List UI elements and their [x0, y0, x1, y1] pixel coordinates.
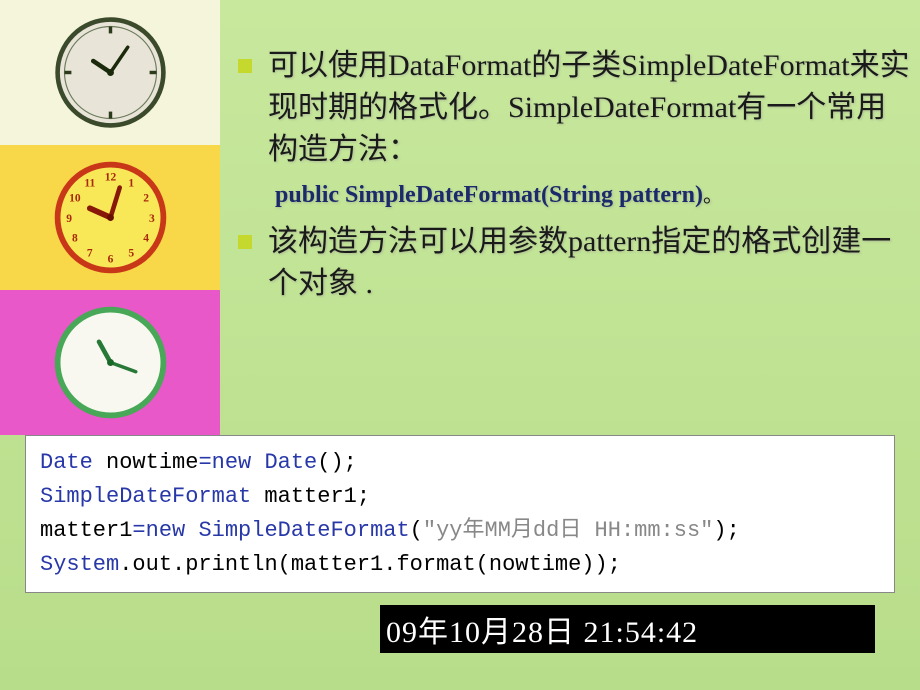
bullet-item-2: 该构造方法可以用参数pattern指定的格式创建一个对象 .	[230, 221, 910, 305]
output-text: 09年10月28日 21:54:42	[386, 607, 698, 651]
sidebar-clocks: 12 1 2 3 4 5 6 7 8 9 10 11	[0, 0, 220, 435]
svg-text:7: 7	[86, 248, 92, 260]
method-signature: public SimpleDateFormat(String pattern)。	[275, 179, 910, 209]
svg-text:1: 1	[128, 177, 134, 189]
code-line-2: SimpleDateFormat matter1;	[40, 480, 880, 514]
bullet-icon	[238, 235, 252, 249]
svg-text:5: 5	[128, 248, 134, 260]
code-line-3: matter1=new SimpleDateFormat("yy年MM月dd日 …	[40, 514, 880, 548]
slide-content: 可以使用DataFormat的子类SimpleDateFormat来实现时期的格…	[230, 45, 910, 313]
svg-text:9: 9	[66, 213, 72, 225]
svg-text:4: 4	[143, 233, 149, 245]
svg-text:8: 8	[71, 233, 77, 245]
svg-text:12: 12	[104, 172, 116, 184]
code-line-1: Date nowtime=new Date();	[40, 446, 880, 480]
bullet-icon	[238, 59, 252, 73]
bullet-text-2: 该构造方法可以用参数pattern指定的格式创建一个对象 .	[268, 221, 910, 305]
signature-text: public SimpleDateFormat(String pattern)	[275, 182, 703, 208]
bullet-text-1: 可以使用DataFormat的子类SimpleDateFormat来实现时期的格…	[268, 45, 910, 171]
signature-suffix: 。	[703, 185, 723, 207]
svg-text:2: 2	[143, 192, 149, 204]
svg-text:11: 11	[84, 177, 95, 189]
clock-image-1	[0, 0, 220, 145]
clock-image-2: 12 1 2 3 4 5 6 7 8 9 10 11	[0, 145, 220, 290]
svg-text:10: 10	[69, 192, 81, 204]
svg-text:3: 3	[149, 213, 155, 225]
bullet-item-1: 可以使用DataFormat的子类SimpleDateFormat来实现时期的格…	[230, 45, 910, 171]
svg-text:6: 6	[107, 253, 113, 265]
console-output: 09年10月28日 21:54:42	[380, 605, 875, 653]
code-line-4: System.out.println(matter1.format(nowtim…	[40, 548, 880, 582]
code-snippet: Date nowtime=new Date(); SimpleDateForma…	[25, 435, 895, 593]
clock-image-3	[0, 290, 220, 435]
